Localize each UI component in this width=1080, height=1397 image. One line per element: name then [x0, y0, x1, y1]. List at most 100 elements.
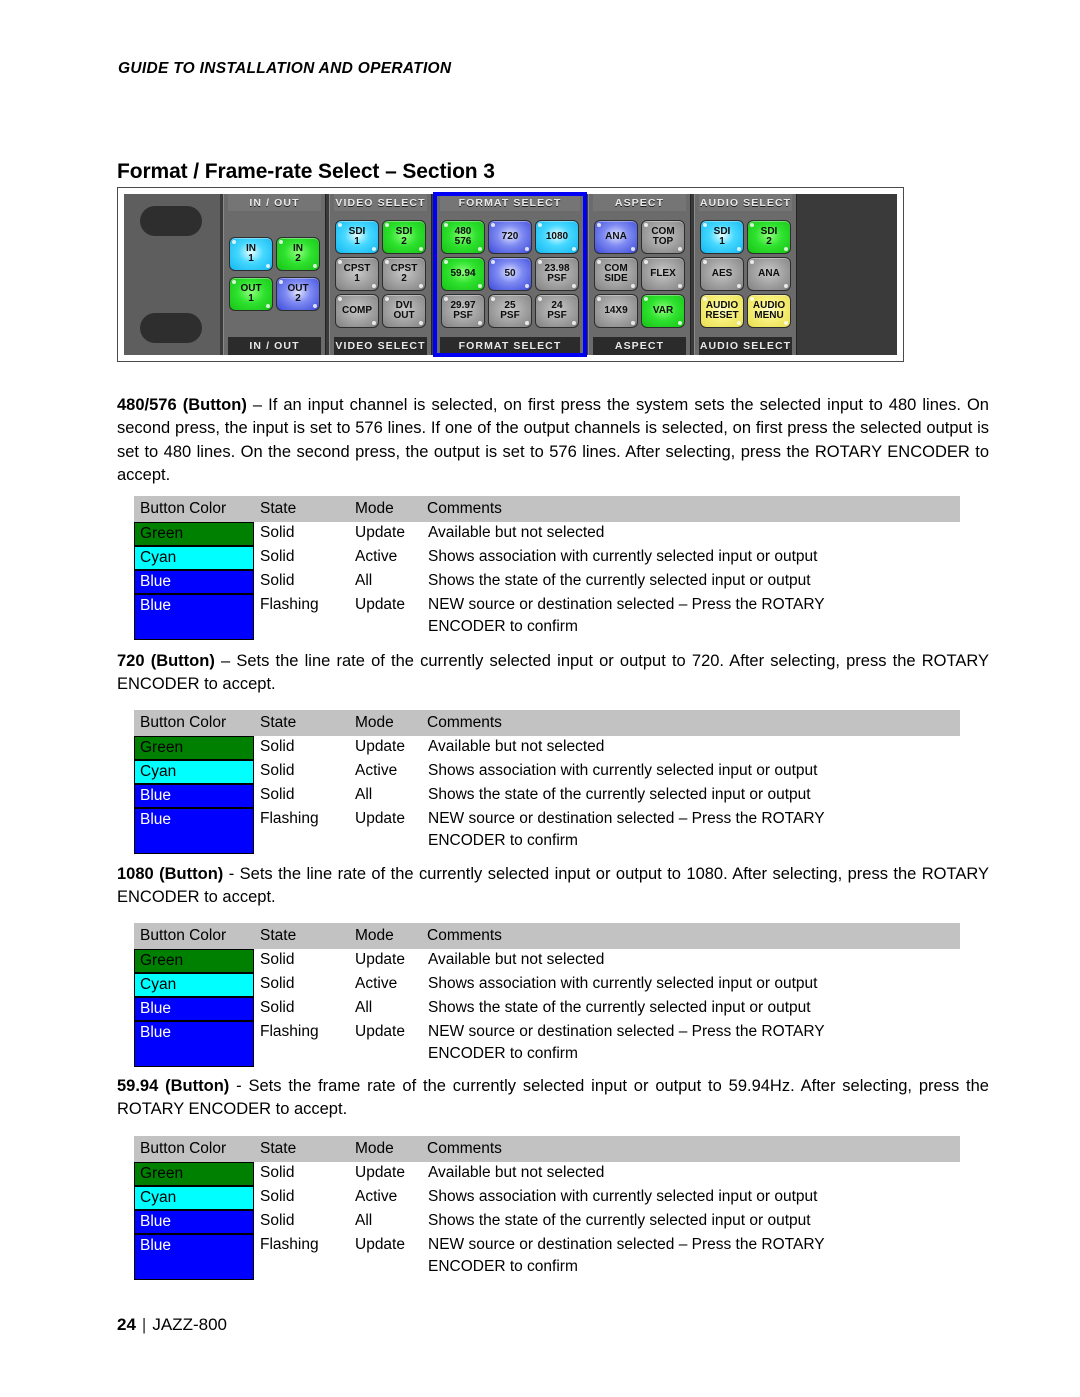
panel-button-label: 25 PSF — [500, 299, 520, 321]
table-cell-comments-line1: Shows the state of the currently selecte… — [428, 999, 811, 1016]
panel-button-aspect-flex[interactable]: FLEX — [641, 257, 685, 291]
table-header-cell: State — [260, 500, 297, 517]
panel-button-format-select-25-psf[interactable]: 25 PSF — [488, 294, 532, 328]
panel-button-format-select-24-psf[interactable]: 24 PSF — [535, 294, 579, 328]
table-cell-mode: All — [355, 1212, 373, 1229]
table-row: Blue Solid All Shows the state of the curre… — [134, 1210, 960, 1234]
panel-button-label: VAR — [652, 304, 674, 316]
panel-group-label-bottom-audio-select: AUDIO SELECT — [699, 337, 792, 355]
table-row: Blue Solid All Shows the state of the curre… — [134, 784, 960, 808]
panel-button-aspect-com-side[interactable]: COM SIDE — [594, 257, 638, 291]
panel-button-in-out-in-1[interactable]: IN 1 — [229, 237, 273, 271]
panel-button-video-select-comp[interactable]: COMP — [335, 294, 379, 328]
panel-button-in-out-in-2[interactable]: IN 2 — [276, 237, 320, 271]
panel-group-label-top-video-select: VIDEO SELECT — [334, 194, 427, 211]
panel-button-format-select-720[interactable]: 720 — [488, 220, 532, 254]
panel-button-label: 29.97 PSF — [450, 299, 476, 321]
color-swatch-cell: Cyan — [134, 1186, 254, 1210]
table-cell-mode: Update — [355, 1164, 405, 1181]
table-header-cell: Mode — [355, 500, 394, 517]
table-cell-mode: Update — [355, 596, 405, 613]
paragraph-term-sec-5994: 59.94 (Button) — [117, 1077, 230, 1095]
table-cell-mode: Active — [355, 762, 398, 779]
panel-group-label-bottom-in-out: IN / OUT — [228, 337, 321, 355]
panel-button-audio-select-sdi-2[interactable]: SDI 2 — [747, 220, 791, 254]
table-cell-comments-line2: ENCODER to confirm — [428, 1045, 578, 1062]
table-cell-comments: Shows association with currently selecte… — [426, 1186, 960, 1208]
panel-button-aspect-com-top[interactable]: COM TOP — [641, 220, 685, 254]
paragraph-term-sec-720: 720 (Button) — [117, 652, 215, 670]
panel-button-label: AES — [711, 267, 733, 279]
table-row: Cyan Solid Active Shows association with cu… — [134, 546, 960, 570]
panel-button-label: 1080 — [545, 230, 569, 242]
color-swatch-cell: Blue — [134, 784, 254, 808]
panel-button-label: ANA — [758, 267, 780, 279]
table-header-cell: Button Color — [140, 500, 227, 517]
table-cell-comments: Available but not selected — [426, 1162, 960, 1184]
footer-page-number: 24 — [117, 1315, 136, 1334]
panel-button-video-select-cpst-2[interactable]: CPST 2 — [382, 257, 426, 291]
panel-button-aspect-var[interactable]: VAR — [641, 294, 685, 328]
table-cell-comments-line2: ENCODER to confirm — [428, 618, 578, 635]
table-row: Blue Flashing Update NEW source or destinat… — [134, 1021, 960, 1067]
table-cell-comments: Available but not selected — [426, 949, 960, 971]
table-cell-comments-line1: Shows the state of the currently selecte… — [428, 1212, 811, 1229]
panel-button-label: IN 2 — [293, 242, 303, 264]
color-swatch-cell: Blue — [134, 1234, 254, 1280]
panel-button-audio-select-audio-reset[interactable]: AUDIO RESET — [700, 294, 744, 328]
panel-button-format-select-480-576[interactable]: 480 576 — [441, 220, 485, 254]
paragraph-body-sec-5994: Sets the frame rate of the currently sel… — [117, 1077, 989, 1119]
table-cell-comments-line2: ENCODER to confirm — [428, 832, 578, 849]
panel-button-format-select-59-94[interactable]: 59.94 — [441, 257, 485, 291]
panel-button-audio-select-audio-menu[interactable]: AUDIO MENU — [747, 294, 791, 328]
panel-button-label: SDI 1 — [713, 225, 731, 247]
table-header-cell: Mode — [355, 714, 394, 731]
panel-button-format-select-50[interactable]: 50 — [488, 257, 532, 291]
table-header-row: Button Color State Mode Comments — [134, 710, 960, 736]
table-row: Green Solid Update Available but not select… — [134, 1162, 960, 1186]
table-header-cell: Comments — [427, 927, 502, 944]
panel-group-label-top-audio-select: AUDIO SELECT — [699, 194, 792, 211]
panel-button-label: ANA — [605, 230, 627, 242]
color-swatch-cell: Blue — [134, 594, 254, 640]
table-cell-state: Flashing — [260, 1023, 319, 1040]
panel-button-label: 50 — [504, 267, 516, 279]
color-swatch-cell: Blue — [134, 570, 254, 594]
panel-button-audio-select-aes[interactable]: AES — [700, 257, 744, 291]
panel-button-video-select-cpst-1[interactable]: CPST 1 — [335, 257, 379, 291]
panel-button-label: COM TOP — [651, 225, 675, 247]
table-cell-comments-line1: Available but not selected — [428, 738, 605, 755]
table-row: Blue Solid All Shows the state of the curre… — [134, 570, 960, 594]
panel-button-format-select-1080[interactable]: 1080 — [535, 220, 579, 254]
panel-button-aspect-ana[interactable]: ANA — [594, 220, 638, 254]
table-row: Cyan Solid Active Shows association with cu… — [134, 973, 960, 997]
panel-button-audio-select-ana[interactable]: ANA — [747, 257, 791, 291]
color-swatch-cell: Blue — [134, 1210, 254, 1234]
paragraph-sec-480-576: 480/576 (Button) – If an input channel i… — [117, 394, 989, 487]
panel-handle-top-icon — [140, 206, 202, 236]
panel-button-label: CPST 1 — [343, 262, 371, 284]
panel-button-video-select-dvi-out[interactable]: DVI OUT — [382, 294, 426, 328]
panel-button-format-select-23-98-psf[interactable]: 23.98 PSF — [535, 257, 579, 291]
panel-group-label-top-format-select: FORMAT SELECT — [440, 194, 580, 211]
button-color-table-sec-480-576: Button Color State Mode Comments Green Solid U… — [134, 496, 960, 640]
panel-button-aspect-14x9[interactable]: 14X9 — [594, 294, 638, 328]
paragraph-body-sec-720: Sets the line rate of the currently sele… — [117, 652, 989, 694]
panel-button-format-select-29-97-psf[interactable]: 29.97 PSF — [441, 294, 485, 328]
table-cell-state: Solid — [260, 572, 295, 589]
paragraph-term-sec-1080: 1080 (Button) — [117, 865, 224, 883]
panel-button-audio-select-sdi-1[interactable]: SDI 1 — [700, 220, 744, 254]
table-cell-comments-line1: Shows association with currently selecte… — [428, 975, 818, 992]
panel-button-video-select-sdi-2[interactable]: SDI 2 — [382, 220, 426, 254]
panel-button-label: COM SIDE — [604, 262, 628, 284]
panel-button-in-out-out-2[interactable]: OUT 2 — [276, 277, 320, 311]
panel-button-video-select-sdi-1[interactable]: SDI 1 — [335, 220, 379, 254]
page-title: Format / Frame-rate Select – Section 3 — [117, 160, 495, 184]
table-cell-comments: Available but not selected — [426, 522, 960, 544]
table-cell-state: Solid — [260, 975, 295, 992]
panel-button-in-out-out-1[interactable]: OUT 1 — [229, 277, 273, 311]
table-cell-comments-line1: Shows the state of the currently selecte… — [428, 786, 811, 803]
table-header-row: Button Color State Mode Comments — [134, 1136, 960, 1162]
panel-button-label: 23.98 PSF — [544, 262, 570, 284]
table-cell-mode: Active — [355, 975, 398, 992]
